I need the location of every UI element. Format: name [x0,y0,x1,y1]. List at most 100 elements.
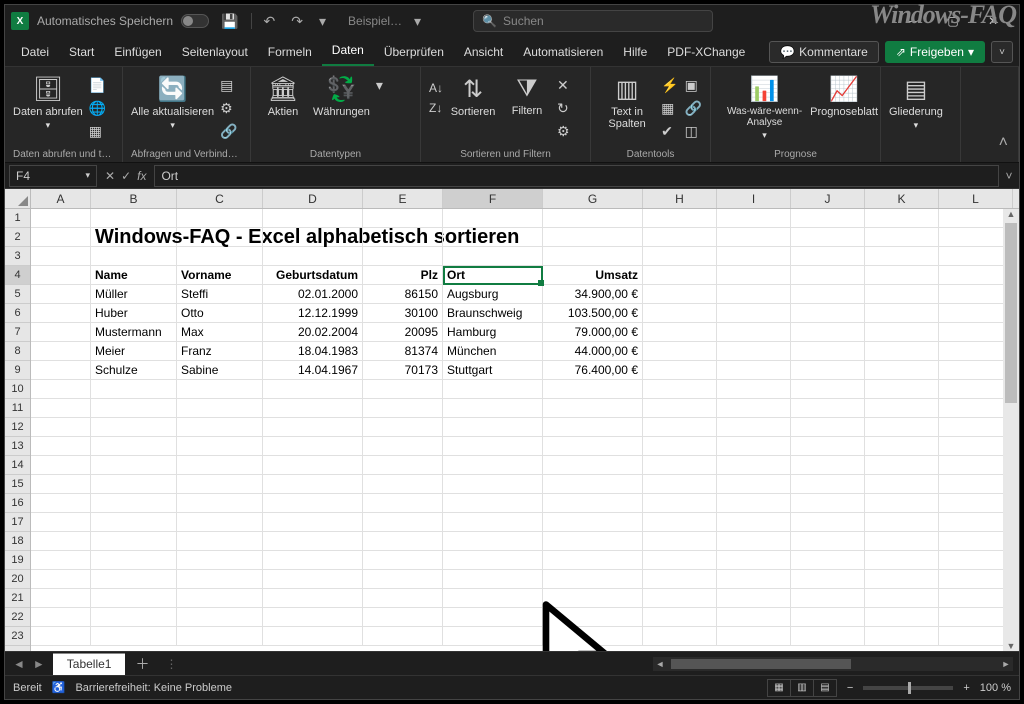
row-header[interactable]: 10 [5,380,30,399]
cell[interactable] [643,266,717,284]
column-header-I[interactable]: I [717,189,791,208]
cell[interactable]: Vorname [177,266,263,284]
cell[interactable] [643,570,717,588]
vscroll-thumb[interactable] [1005,223,1017,403]
relations-icon[interactable]: 🔗 [685,100,702,117]
row-header[interactable]: 12 [5,418,30,437]
cell[interactable] [717,627,791,645]
cell[interactable] [91,380,177,398]
cell[interactable] [543,570,643,588]
advanced-icon[interactable]: ⚙ [557,123,570,140]
tab-pdf[interactable]: PDF-XChange [657,39,755,66]
sheet-next-icon[interactable]: ► [33,657,45,671]
cell[interactable] [643,209,717,227]
cell[interactable] [791,494,865,512]
fx-icon[interactable]: fx [137,169,146,183]
cell[interactable] [363,437,443,455]
qat-more-icon[interactable]: ▾ [315,13,330,30]
scroll-down-icon[interactable]: ▼ [1003,641,1019,651]
cell[interactable] [717,399,791,417]
cell[interactable] [939,437,1013,455]
row-header[interactable]: 17 [5,513,30,532]
cell[interactable] [363,475,443,493]
cell[interactable] [717,342,791,360]
cell[interactable] [31,304,91,322]
cell[interactable] [865,380,939,398]
datatypes-more-icon[interactable]: ▾ [376,77,383,94]
cell[interactable] [91,513,177,531]
cell[interactable] [939,551,1013,569]
close-button[interactable]: ✕ [973,7,1013,35]
cell[interactable] [939,608,1013,626]
cell[interactable]: Ort [443,266,543,284]
cell[interactable] [791,475,865,493]
cell[interactable] [865,627,939,645]
cell[interactable]: Braunschweig [443,304,543,322]
data-valid-icon[interactable]: ✔ [661,123,678,140]
cell[interactable]: 34.900,00 € [543,285,643,303]
cell[interactable] [865,399,939,417]
tab-help[interactable]: Hilfe [613,39,657,66]
cell[interactable] [31,589,91,607]
cell[interactable] [31,608,91,626]
cell[interactable]: Max [177,323,263,341]
cell[interactable] [363,513,443,531]
cell[interactable] [263,418,363,436]
cell[interactable] [791,532,865,550]
cell[interactable] [865,228,939,246]
cell[interactable] [643,475,717,493]
cell[interactable] [263,228,363,246]
cell[interactable] [177,247,263,265]
cell[interactable] [263,475,363,493]
scroll-right-icon[interactable]: ► [999,659,1013,669]
cell[interactable]: Windows-FAQ - Excel alphabetisch sortier… [91,228,177,246]
row-header[interactable]: 22 [5,608,30,627]
cell[interactable]: Franz [177,342,263,360]
cell[interactable] [177,418,263,436]
cell[interactable] [363,570,443,588]
cell[interactable] [791,399,865,417]
expand-formula-icon[interactable]: ˅ [999,169,1019,183]
cell[interactable] [791,513,865,531]
cell[interactable]: Augsburg [443,285,543,303]
cell[interactable] [865,209,939,227]
cell[interactable] [643,437,717,455]
cell[interactable]: 70173 [363,361,443,379]
cell[interactable] [643,551,717,569]
cell[interactable] [939,380,1013,398]
select-all-corner[interactable] [5,189,31,208]
cell[interactable] [643,323,717,341]
cell[interactable] [791,456,865,474]
comments-button[interactable]: 💬 Kommentare [769,41,879,63]
row-header[interactable]: 13 [5,437,30,456]
cell[interactable] [363,456,443,474]
cell[interactable] [939,323,1013,341]
cell[interactable] [363,418,443,436]
cell[interactable] [717,266,791,284]
cell[interactable] [865,513,939,531]
cell[interactable] [31,627,91,645]
zoom-slider[interactable] [863,686,953,690]
row-header[interactable]: 15 [5,475,30,494]
cell[interactable] [791,437,865,455]
cell[interactable] [717,418,791,436]
cell[interactable] [643,228,717,246]
cell[interactable] [443,570,543,588]
cell[interactable] [865,437,939,455]
cell[interactable] [939,532,1013,550]
cell[interactable] [717,456,791,474]
cell[interactable]: Geburtsdatum [263,266,363,284]
zoom-level[interactable]: 100 % [980,682,1011,694]
tab-formulas[interactable]: Formeln [258,39,322,66]
properties-icon[interactable]: ⚙ [220,100,237,117]
cell[interactable] [643,247,717,265]
clear-filter-icon[interactable]: ✕ [557,77,570,94]
cell[interactable] [31,323,91,341]
cell[interactable] [643,456,717,474]
cell[interactable] [865,551,939,569]
edit-links-icon[interactable]: 🔗 [220,123,237,140]
cell[interactable] [791,304,865,322]
cell[interactable] [865,285,939,303]
column-header-F[interactable]: F [443,189,543,208]
cell[interactable] [31,399,91,417]
